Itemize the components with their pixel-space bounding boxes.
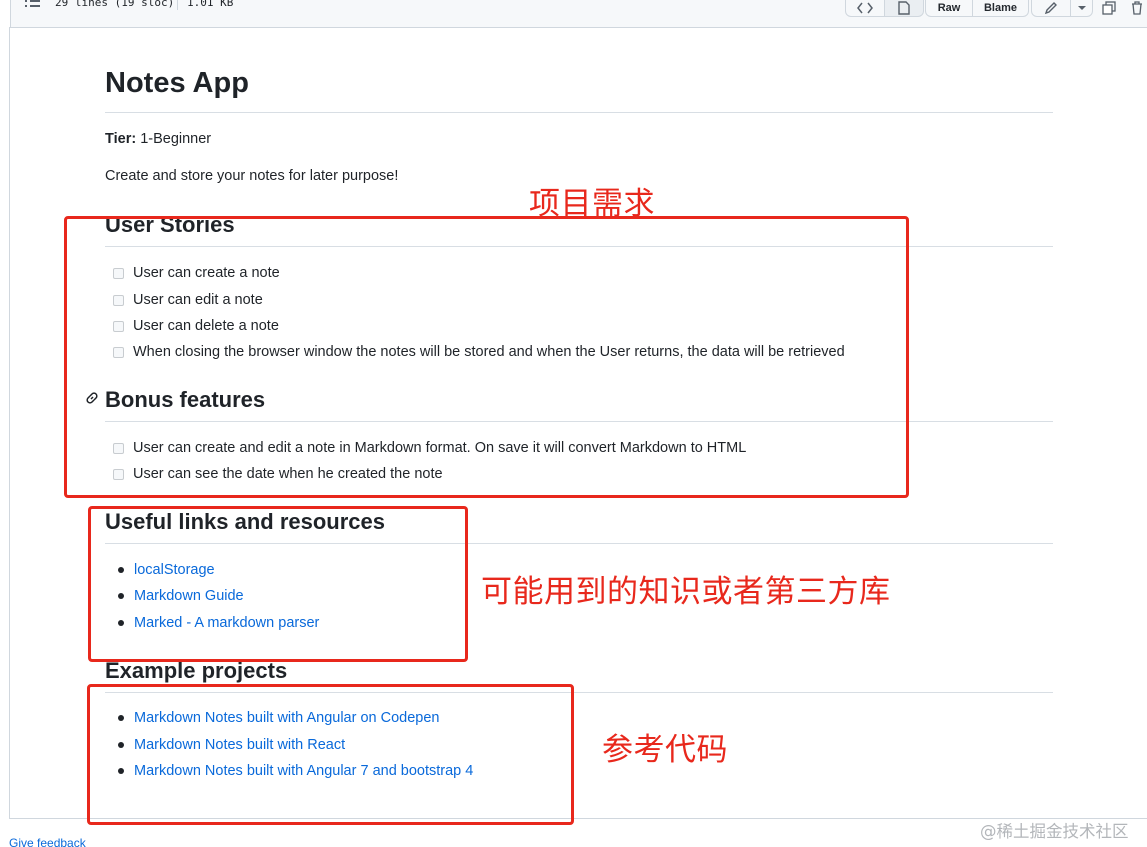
file-icon: [898, 0, 910, 15]
raw-button[interactable]: Raw: [925, 0, 973, 17]
annotation-box-knowledge: [88, 506, 468, 662]
delete-button[interactable]: [1126, 0, 1147, 17]
tier-line: Tier: 1-Beginner: [105, 131, 211, 147]
page-title: Notes App: [105, 64, 1053, 113]
preview-view-button[interactable]: [884, 0, 924, 17]
tier-label: Tier:: [105, 131, 137, 147]
annotation-knowledge: 可能用到的知识或者第三方库: [481, 574, 891, 610]
give-feedback-link[interactable]: Give feedback: [9, 836, 86, 847]
edit-dropdown-button[interactable]: [1070, 0, 1093, 17]
outline-list-icon[interactable]: [25, 0, 41, 12]
code-view-button[interactable]: [845, 0, 885, 17]
copy-button[interactable]: [1098, 0, 1120, 17]
annotation-box-requirements: [64, 216, 909, 498]
trash-icon: [1132, 0, 1142, 15]
file-size: 1.01 KB: [187, 0, 234, 9]
file-toolbar: 29 lines (19 sloc) 1.01 KB Raw Blame: [10, 0, 1147, 28]
watermark: @稀土掘金技术社区: [980, 822, 1129, 841]
code-icon: [857, 2, 873, 13]
description: Create and store your notes for later pu…: [105, 168, 399, 184]
caret-down-icon: [1077, 5, 1086, 10]
line-count: 29 lines (19 sloc): [55, 0, 175, 9]
edit-button[interactable]: [1031, 0, 1071, 17]
annotation-requirements: 项目需求: [529, 186, 655, 222]
divider: [177, 0, 178, 10]
pencil-icon: [1044, 1, 1057, 14]
copy-icon: [1102, 0, 1116, 15]
annotation-reference: 参考代码: [602, 732, 728, 768]
annotation-box-reference: [87, 684, 574, 825]
blame-button[interactable]: Blame: [972, 0, 1029, 17]
tier-value: 1-Beginner: [140, 131, 212, 147]
